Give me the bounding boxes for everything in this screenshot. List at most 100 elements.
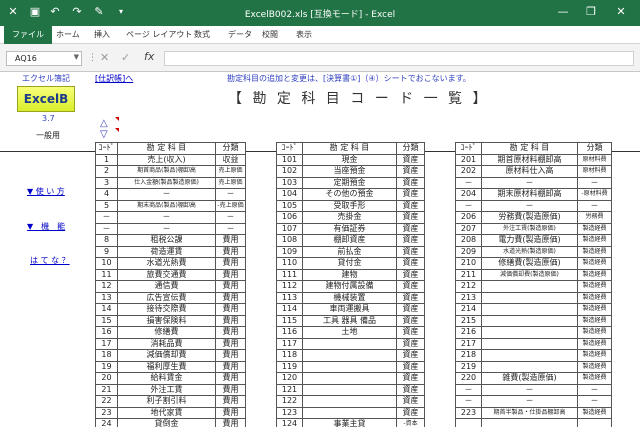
account-name-cell[interactable]: 福利厚生費 [117, 360, 216, 373]
account-name-cell[interactable]: 水道光熱費 [117, 257, 216, 270]
account-name-cell[interactable]: 機械装置 [302, 291, 397, 304]
account-name-cell[interactable]: － [481, 395, 578, 408]
account-name-cell[interactable]: 地代家賃 [117, 406, 216, 419]
category-cell[interactable]: 費用 [215, 234, 246, 247]
name-box[interactable]: AQ16 ▼ [6, 51, 82, 66]
account-code-cell[interactable]: 120 [276, 372, 303, 385]
tab-formulas[interactable]: 数式 [194, 29, 210, 40]
category-cell[interactable]: 製造経費 [577, 337, 612, 350]
category-cell[interactable]: 費用 [215, 395, 246, 408]
category-cell[interactable]: 製造経費 [577, 326, 612, 339]
account-name-cell[interactable]: 車両運搬具 [302, 303, 397, 316]
account-name-cell[interactable]: 売掛金 [302, 211, 397, 224]
scroll-up-button[interactable]: △ [100, 118, 108, 129]
account-name-cell[interactable]: 定期預金 [302, 176, 397, 189]
account-name-cell[interactable] [481, 303, 578, 316]
category-cell[interactable]: 資産 [396, 234, 425, 247]
category-cell[interactable]: 費用 [215, 326, 246, 339]
category-cell[interactable]: 製造経費 [577, 291, 612, 304]
account-name-cell[interactable]: 事業主貸 [302, 418, 397, 427]
scroll-down-button[interactable]: ▽ [100, 129, 108, 140]
category-cell[interactable]: 原材料費 [577, 165, 612, 178]
category-cell[interactable]: 製造経費 [577, 234, 612, 247]
account-code-cell[interactable]: 123 [276, 406, 303, 419]
category-cell[interactable]: 資産 [396, 326, 425, 339]
features-link[interactable]: ▼ 機 能 [27, 221, 65, 232]
account-code-cell[interactable]: 211 [455, 268, 482, 281]
account-code-cell[interactable]: 210 [455, 257, 482, 270]
account-code-cell[interactable]: 103 [276, 176, 303, 189]
account-name-cell[interactable]: 修繕費(製造原価) [481, 257, 578, 270]
category-cell[interactable]: 資産 [396, 188, 425, 201]
account-name-cell[interactable] [481, 360, 578, 373]
account-name-cell[interactable]: － [117, 188, 216, 201]
account-name-cell[interactable]: 給料賃金 [117, 372, 216, 385]
category-cell[interactable]: 費用 [215, 257, 246, 270]
category-cell[interactable]: － [577, 383, 612, 396]
account-name-cell[interactable]: 接待交際費 [117, 303, 216, 316]
category-cell[interactable]: 資産 [396, 153, 425, 166]
account-name-cell[interactable]: 減価償却費 [117, 349, 216, 362]
tab-review[interactable]: 校閲 [262, 29, 278, 40]
account-name-cell[interactable]: 原材料仕入高 [481, 165, 578, 178]
account-code-cell[interactable]: 113 [276, 291, 303, 304]
category-cell[interactable]: 費用 [215, 268, 246, 281]
account-code-cell[interactable]: 18 [95, 349, 118, 362]
category-cell[interactable]: 費用 [215, 291, 246, 304]
account-code-cell[interactable]: 121 [276, 383, 303, 396]
category-cell[interactable]: － [577, 199, 612, 212]
account-name-cell[interactable]: 消耗品費 [117, 337, 216, 350]
account-name-cell[interactable] [481, 337, 578, 350]
category-cell[interactable]: 費用 [215, 372, 246, 385]
category-cell[interactable]: 費用 [215, 383, 246, 396]
category-cell[interactable]: 製造経費 [577, 406, 612, 419]
category-cell[interactable]: 費用 [215, 280, 246, 293]
cancel-formula-icon[interactable]: ✕ [100, 51, 109, 64]
account-code-cell[interactable]: 218 [455, 349, 482, 362]
account-code-cell[interactable]: 108 [276, 234, 303, 247]
category-cell[interactable]: 費用 [215, 337, 246, 350]
restore-button[interactable]: ❐ [580, 2, 602, 22]
category-cell[interactable]: 売上原価 [215, 176, 246, 189]
account-name-cell[interactable] [481, 418, 578, 427]
account-code-cell[interactable]: 1 [95, 153, 118, 166]
category-cell[interactable]: 費用 [215, 406, 246, 419]
category-cell[interactable]: 資産 [396, 349, 425, 362]
category-cell[interactable]: 資産 [396, 395, 425, 408]
category-cell[interactable]: 原材料費 [577, 153, 612, 166]
category-cell[interactable]: 資産 [396, 165, 425, 178]
account-name-cell[interactable]: その他の預金 [302, 188, 397, 201]
category-cell[interactable]: 資産 [396, 222, 425, 235]
insert-function-icon[interactable]: fx [144, 50, 154, 63]
account-name-cell[interactable]: 外注工賃 [117, 383, 216, 396]
account-code-cell[interactable]: 2 [95, 165, 118, 178]
category-cell[interactable]: 製造経費 [577, 349, 612, 362]
account-name-cell[interactable] [481, 349, 578, 362]
account-code-cell[interactable]: 214 [455, 303, 482, 316]
account-code-cell[interactable]: 102 [276, 165, 303, 178]
category-cell[interactable]: 資産 [396, 176, 425, 189]
category-cell[interactable]: 労務費 [577, 211, 612, 224]
close-button[interactable]: ✕ [610, 2, 632, 22]
category-cell[interactable]: 製造経費 [577, 360, 612, 373]
account-name-cell[interactable]: 水道光熱(製造原価) [481, 245, 578, 258]
account-name-cell[interactable]: 建物 [302, 268, 397, 281]
account-code-cell[interactable]: 3 [95, 176, 118, 189]
account-code-cell[interactable]: 213 [455, 291, 482, 304]
account-name-cell[interactable]: 電力費(製造原価) [481, 234, 578, 247]
account-code-cell[interactable]: 20 [95, 372, 118, 385]
account-code-cell[interactable]: 107 [276, 222, 303, 235]
account-code-cell[interactable]: 8 [95, 234, 118, 247]
account-name-cell[interactable] [481, 326, 578, 339]
tab-data[interactable]: データ [228, 29, 252, 40]
account-name-cell[interactable]: 当座預金 [302, 165, 397, 178]
account-name-cell[interactable] [481, 291, 578, 304]
account-code-cell[interactable]: 119 [276, 360, 303, 373]
category-cell[interactable]: 製造経費 [577, 314, 612, 327]
account-name-cell[interactable] [302, 372, 397, 385]
account-name-cell[interactable]: 利子割引料 [117, 395, 216, 408]
account-code-cell[interactable]: 104 [276, 188, 303, 201]
category-cell[interactable]: 製造経費 [577, 245, 612, 258]
category-cell[interactable]: 費用 [215, 303, 246, 316]
account-code-cell[interactable]: － [95, 211, 118, 224]
